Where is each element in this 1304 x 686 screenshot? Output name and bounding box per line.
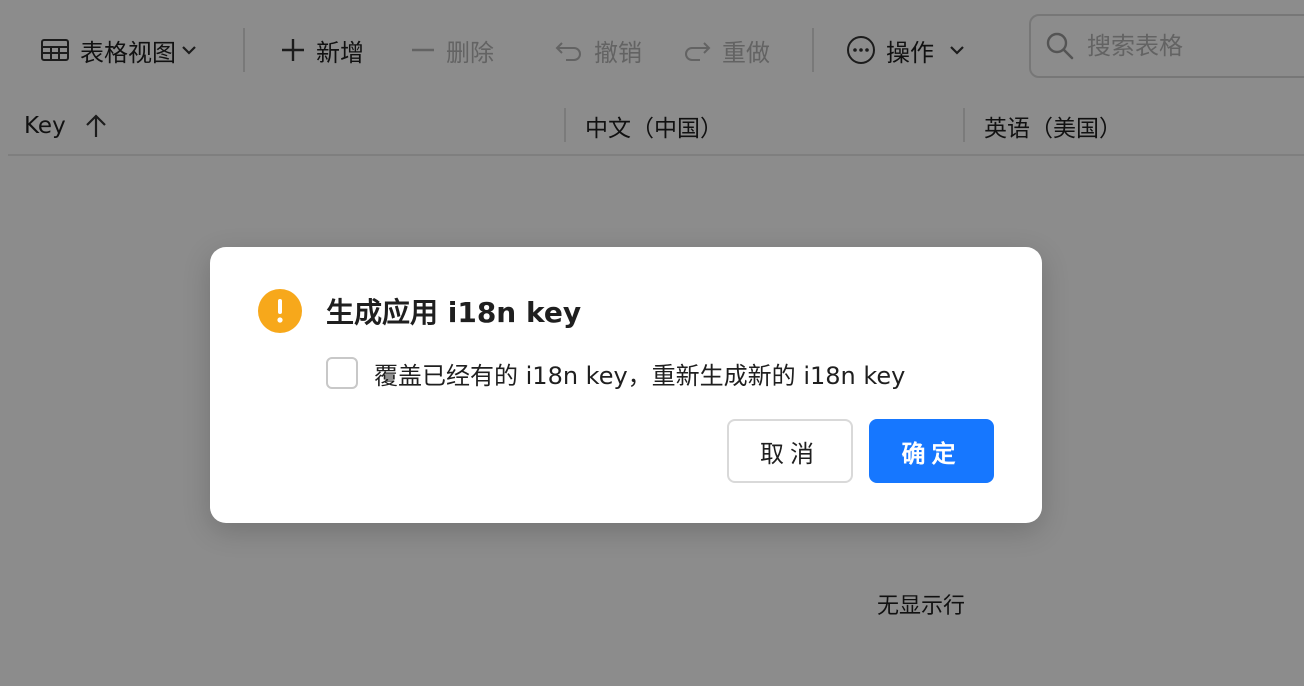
confirm-dialog: 生成应用 i18n key 覆盖已经有的 i18n key，重新生成新的 i18… — [210, 247, 1042, 523]
overwrite-keys-checkbox[interactable] — [326, 357, 358, 389]
confirm-button[interactable]: 确定 — [869, 419, 994, 483]
warning-icon — [258, 289, 302, 333]
overwrite-keys-label: 覆盖已经有的 i18n key，重新生成新的 i18n key — [374, 361, 906, 390]
page: 表格视图 新增 删除 撤销 重做 操作 搜索表格 Key 中文（中国） 英语（美… — [0, 0, 1304, 686]
cancel-button[interactable]: 取消 — [727, 419, 853, 483]
dialog-title: 生成应用 i18n key — [326, 296, 582, 329]
overwrite-keys-option[interactable]: 覆盖已经有的 i18n key，重新生成新的 i18n key — [326, 357, 906, 390]
